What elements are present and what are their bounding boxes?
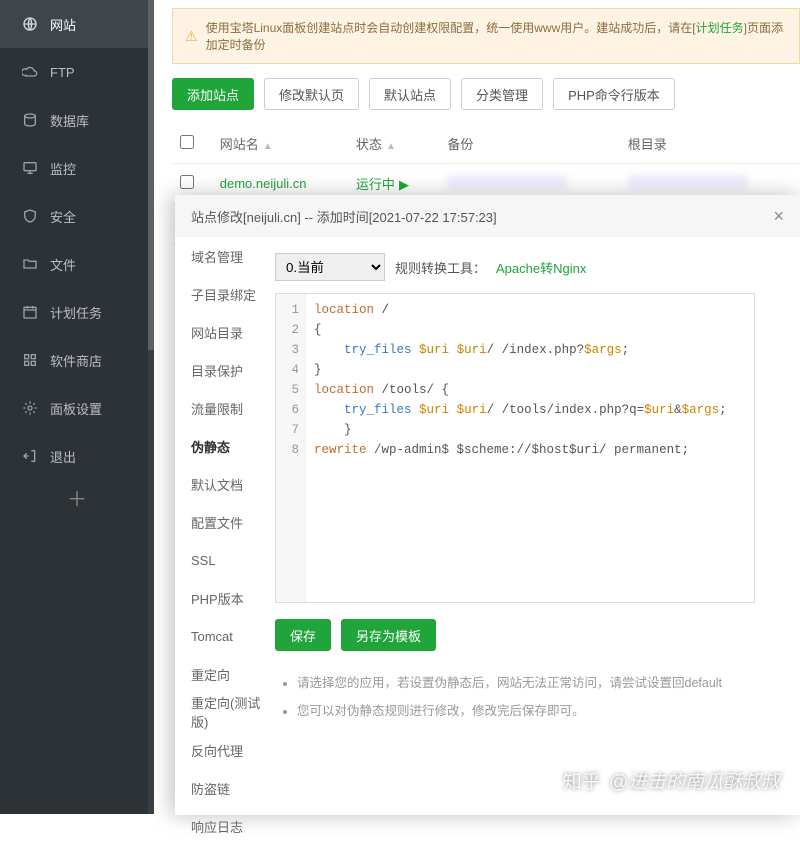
notice-prefix: 使用宝塔Linux面板创建站点时会自动创建权限配置，统一使用www用户。建站成功… bbox=[206, 21, 696, 35]
sidebar-item-ftp[interactable]: FTP bbox=[0, 48, 154, 96]
modal-tabs: 域名管理子目录绑定网站目录目录保护流量限制伪静态默认文档配置文件SSLPHP版本… bbox=[175, 237, 275, 815]
sidebar-item-monitor[interactable]: 监控 bbox=[0, 144, 154, 192]
col-status[interactable]: 状态▲ bbox=[348, 124, 439, 164]
modal-title: 站点修改[neijuli.cn] -- 添加时间[2021-07-22 17:5… bbox=[191, 207, 497, 226]
shield-icon bbox=[22, 208, 38, 224]
modal-tab[interactable]: 默认文档 bbox=[175, 465, 275, 503]
add-site-button[interactable]: 添加站点 bbox=[172, 78, 254, 110]
sidebar-item-cron[interactable]: 计划任务 bbox=[0, 288, 154, 336]
logout-icon bbox=[22, 448, 38, 464]
blurred-cell bbox=[447, 175, 567, 189]
sidebar: 网站 FTP 数据库 监控 安全 文件 计划任务 软件商店 面板设置 退出 ＋ bbox=[0, 0, 154, 814]
modal-tab[interactable]: 目录保护 bbox=[175, 351, 275, 389]
edit-default-page-button[interactable]: 修改默认页 bbox=[264, 78, 359, 110]
convert-label: 规则转换工具： bbox=[395, 258, 486, 277]
modal-content: 0.当前 规则转换工具： Apache转Nginx 12345678 locat… bbox=[275, 237, 800, 815]
folder-icon bbox=[22, 256, 38, 272]
status-cell[interactable]: 运行中▶ bbox=[356, 177, 409, 192]
modal-tab[interactable]: 网站目录 bbox=[175, 313, 275, 351]
grid-icon bbox=[22, 352, 38, 368]
sort-icon: ▲ bbox=[386, 141, 396, 152]
rewrite-select[interactable]: 0.当前 bbox=[275, 253, 385, 281]
editor-gutter: 12345678 bbox=[276, 294, 306, 602]
database-icon bbox=[22, 112, 38, 128]
warn-icon: ⚠ bbox=[185, 28, 198, 45]
sidebar-item-logout[interactable]: 退出 bbox=[0, 432, 154, 480]
modal-tab[interactable]: 防盗链 bbox=[175, 769, 275, 807]
site-modal: 站点修改[neijuli.cn] -- 添加时间[2021-07-22 17:5… bbox=[175, 195, 800, 815]
sort-icon: ▲ bbox=[263, 141, 273, 152]
save-as-template-button[interactable]: 另存为模板 bbox=[341, 619, 436, 651]
sidebar-item-label: 安全 bbox=[50, 207, 76, 226]
cloud-icon bbox=[22, 64, 38, 80]
sidebar-item-label: 面板设置 bbox=[50, 399, 102, 418]
modal-tab[interactable]: 子目录绑定 bbox=[175, 275, 275, 313]
modal-tab[interactable]: 响应日志 bbox=[175, 807, 275, 845]
globe-icon bbox=[22, 16, 38, 32]
modal-tab[interactable]: 反向代理 bbox=[175, 731, 275, 769]
modal-tab[interactable]: PHP版本 bbox=[175, 579, 275, 617]
close-icon[interactable]: × bbox=[773, 206, 784, 227]
category-button[interactable]: 分类管理 bbox=[461, 78, 543, 110]
site-name-link[interactable]: demo.neijuli.cn bbox=[220, 176, 307, 191]
sidebar-item-label: FTP bbox=[50, 65, 75, 80]
sidebar-item-appstore[interactable]: 软件商店 bbox=[0, 336, 154, 384]
php-cli-button[interactable]: PHP命令行版本 bbox=[553, 78, 675, 110]
sidebar-item-website[interactable]: 网站 bbox=[0, 0, 154, 48]
notice-link[interactable]: 计划任务 bbox=[696, 21, 744, 35]
save-button[interactable]: 保存 bbox=[275, 619, 331, 651]
sidebar-item-label: 计划任务 bbox=[50, 303, 102, 322]
sidebar-item-database[interactable]: 数据库 bbox=[0, 96, 154, 144]
modal-tab[interactable]: 伪静态 bbox=[175, 427, 275, 465]
play-icon: ▶ bbox=[399, 177, 409, 192]
col-root[interactable]: 根目录 bbox=[620, 124, 800, 164]
toolbar: 添加站点 修改默认页 默认站点 分类管理 PHP命令行版本 bbox=[172, 78, 800, 110]
modal-tab[interactable]: SSL bbox=[175, 541, 275, 579]
sidebar-item-label: 网站 bbox=[50, 15, 76, 34]
sidebar-item-label: 软件商店 bbox=[50, 351, 102, 370]
blurred-cell bbox=[628, 175, 748, 189]
modal-tab[interactable]: 配置文件 bbox=[175, 503, 275, 541]
sidebar-item-files[interactable]: 文件 bbox=[0, 240, 154, 288]
hint-item: 请选择您的应用，若设置伪静态后，网站无法正常访问，请尝试设置回default bbox=[297, 669, 790, 697]
sidebar-item-label: 退出 bbox=[50, 447, 76, 466]
monitor-icon bbox=[22, 160, 38, 176]
col-name[interactable]: 网站名▲ bbox=[212, 124, 348, 164]
modal-tab[interactable]: 域名管理 bbox=[175, 237, 275, 275]
sidebar-item-label: 监控 bbox=[50, 159, 76, 178]
sidebar-item-security[interactable]: 安全 bbox=[0, 192, 154, 240]
modal-tab[interactable]: 重定向(测试版) bbox=[175, 693, 275, 731]
modal-titlebar[interactable]: 站点修改[neijuli.cn] -- 添加时间[2021-07-22 17:5… bbox=[175, 195, 800, 237]
select-all-checkbox[interactable] bbox=[180, 135, 194, 149]
sidebar-item-settings[interactable]: 面板设置 bbox=[0, 384, 154, 432]
col-backup[interactable]: 备份 bbox=[439, 124, 619, 164]
row-checkbox[interactable] bbox=[180, 175, 194, 189]
notice-bar: ⚠ 使用宝塔Linux面板创建站点时会自动创建权限配置，统一使用www用户。建站… bbox=[172, 8, 800, 64]
modal-tab[interactable]: 重定向 bbox=[175, 655, 275, 693]
hints: 请选择您的应用，若设置伪静态后，网站无法正常访问，请尝试设置回default 您… bbox=[275, 669, 790, 725]
hint-item: 您可以对伪静态规则进行修改，修改完后保存即可。 bbox=[297, 697, 790, 725]
code-editor[interactable]: 12345678 location /{ try_files $uri $uri… bbox=[275, 293, 755, 603]
calendar-icon bbox=[22, 304, 38, 320]
convert-link[interactable]: Apache转Nginx bbox=[496, 258, 586, 277]
sidebar-item-label: 数据库 bbox=[50, 111, 89, 130]
sidebar-add[interactable]: ＋ bbox=[0, 480, 154, 520]
modal-tab[interactable]: Tomcat bbox=[175, 617, 275, 655]
default-site-button[interactable]: 默认站点 bbox=[369, 78, 451, 110]
gear-icon bbox=[22, 400, 38, 416]
modal-tab[interactable]: 流量限制 bbox=[175, 389, 275, 427]
sidebar-item-label: 文件 bbox=[50, 255, 76, 274]
editor-code[interactable]: location /{ try_files $uri $uri/ /index.… bbox=[306, 294, 727, 602]
